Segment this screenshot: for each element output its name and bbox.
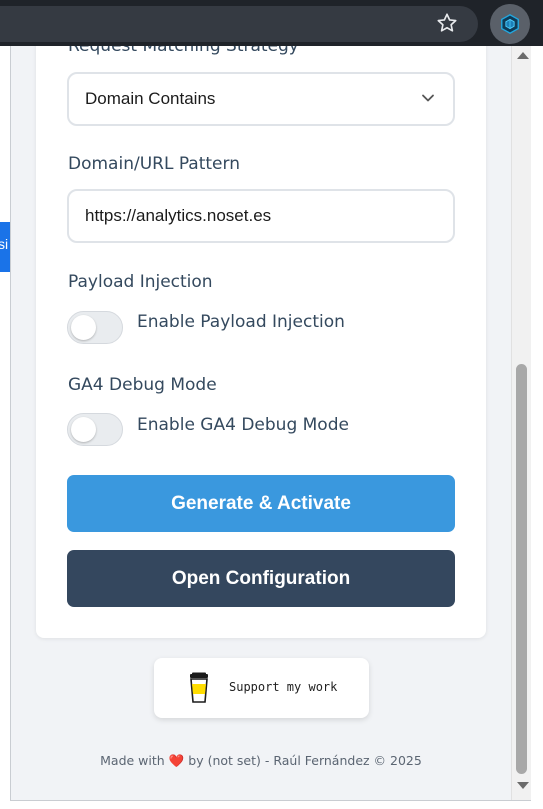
pattern-label: Domain/URL Pattern — [68, 154, 240, 174]
debug-mode-label: GA4 Debug Mode — [68, 375, 217, 395]
pattern-input[interactable] — [69, 191, 453, 241]
payload-injection-label: Payload Injection — [68, 272, 213, 292]
scrollbar[interactable] — [511, 46, 531, 800]
scroll-down-arrow-icon[interactable] — [517, 782, 529, 789]
chevron-down-icon — [422, 94, 434, 102]
scrollbar-thumb[interactable] — [516, 364, 527, 774]
matching-strategy-value: Domain Contains — [85, 89, 216, 108]
heart-icon: ❤️ — [168, 753, 185, 768]
footer-credits: Made with ❤️ by (not set) - Raúl Fernánd… — [11, 753, 511, 769]
toggle-knob — [71, 417, 96, 442]
background-page-fragment: si — [0, 222, 10, 272]
generate-activate-button[interactable]: Generate & Activate — [67, 475, 455, 532]
open-configuration-button[interactable]: Open Configuration — [67, 550, 455, 607]
debug-mode-toggle-label[interactable]: Enable GA4 Debug Mode — [137, 415, 349, 435]
extension-button[interactable] — [490, 4, 530, 44]
pattern-field[interactable] — [67, 189, 455, 243]
browser-toolbar — [0, 0, 543, 46]
support-button[interactable]: Support my work — [154, 658, 369, 718]
footer-suffix: by (not set) - Raúl Fernández © 2025 — [188, 753, 422, 768]
coffee-cup-icon — [190, 672, 208, 703]
footer-prefix: Made with — [100, 753, 165, 768]
payload-injection-toggle[interactable] — [67, 311, 123, 344]
cube-icon — [501, 14, 519, 34]
debug-mode-toggle[interactable] — [67, 413, 123, 446]
scroll-up-arrow-icon[interactable] — [517, 52, 529, 59]
support-label: Support my work — [229, 680, 338, 694]
toggle-knob — [71, 315, 96, 340]
payload-injection-toggle-label[interactable]: Enable Payload Injection — [137, 312, 345, 332]
extension-popup: Request Matching Strategy Domain Contain… — [10, 46, 531, 801]
matching-strategy-select[interactable]: Domain Contains — [67, 72, 455, 126]
page-peek-text: si — [0, 236, 9, 252]
address-bar[interactable] — [0, 6, 478, 42]
settings-card: Request Matching Strategy Domain Contain… — [36, 46, 486, 638]
star-icon[interactable] — [436, 12, 458, 34]
matching-strategy-label: Request Matching Strategy — [68, 46, 299, 56]
